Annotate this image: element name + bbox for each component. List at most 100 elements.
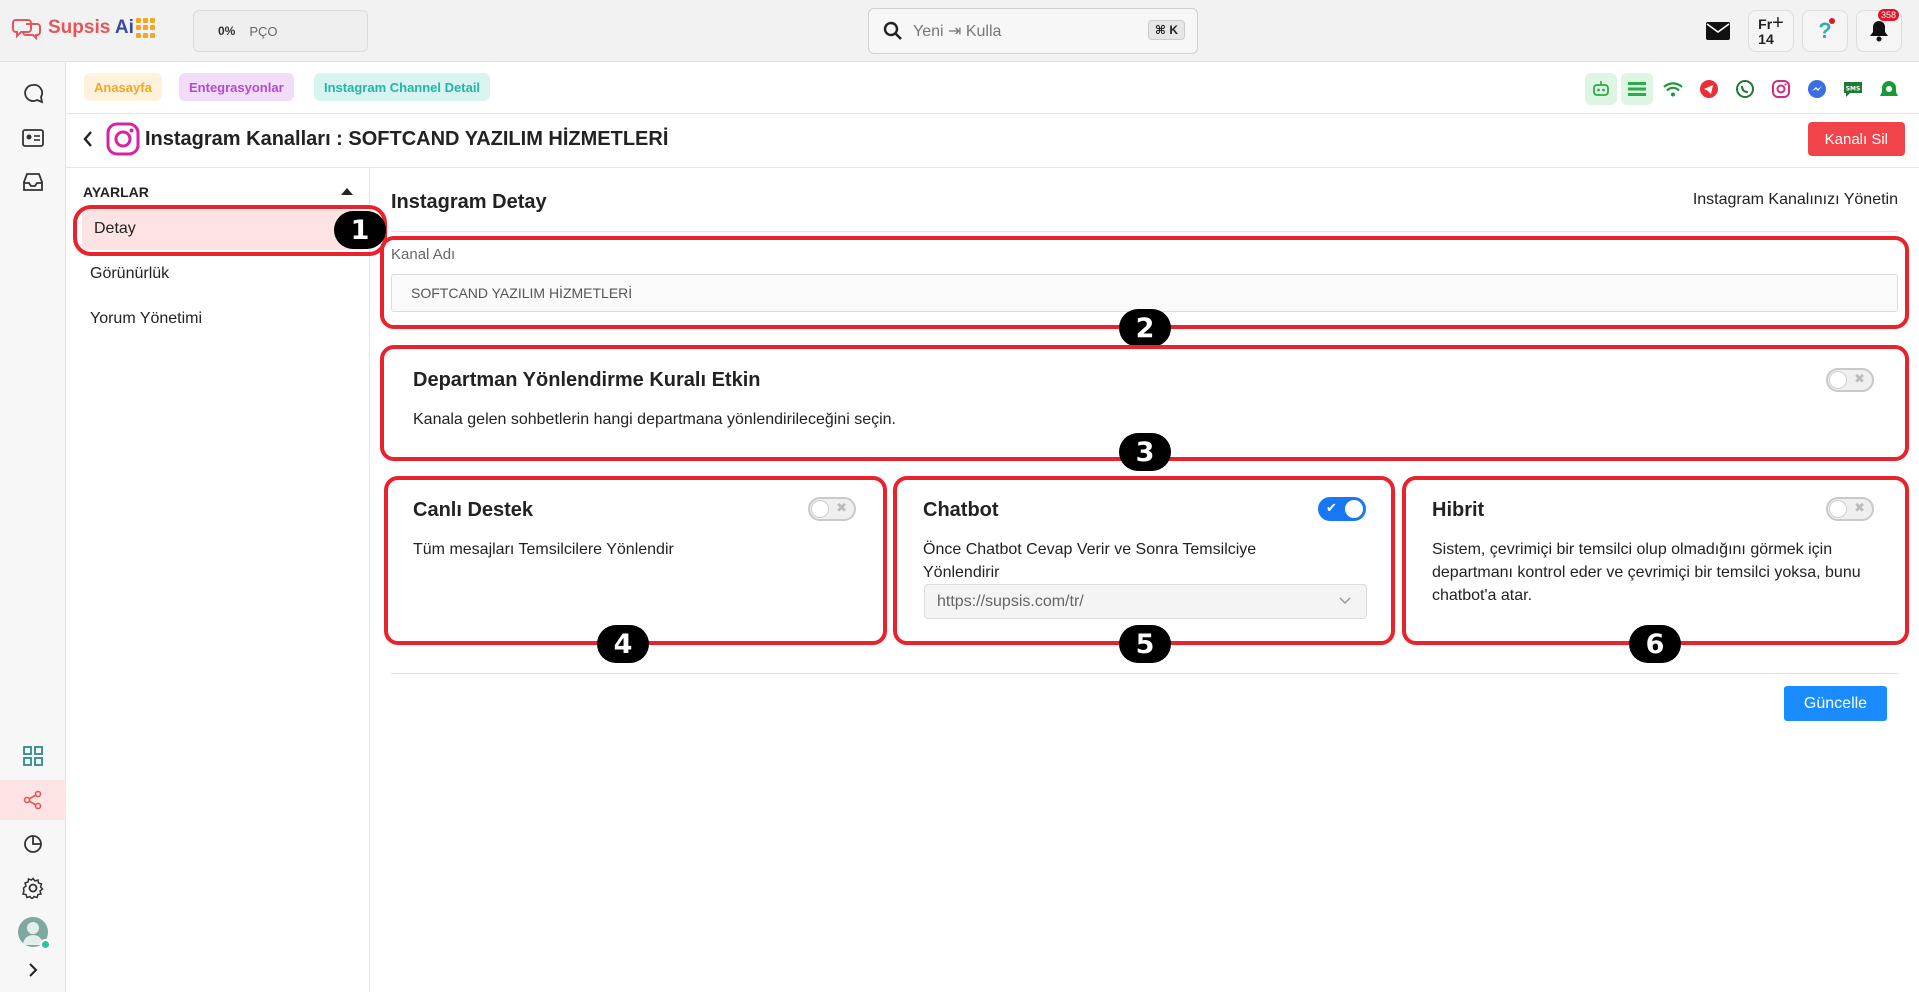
- left-rail: [0, 62, 66, 992]
- annotation-number-4: 4: [597, 625, 649, 663]
- sms-icon[interactable]: SMS: [1837, 73, 1869, 105]
- chat-icon: [24, 84, 44, 104]
- footer-divider: [391, 673, 1898, 674]
- annotation-number-1: 1: [334, 211, 386, 249]
- instagram-icon[interactable]: [1765, 73, 1797, 105]
- settings-heading: AYARLAR: [83, 184, 149, 200]
- hybrid-title: Hibrit: [1432, 499, 1485, 521]
- channel-name-label: Kanal Adı: [391, 246, 456, 263]
- rail-expand[interactable]: [0, 950, 66, 990]
- back-arrow-icon[interactable]: [82, 130, 94, 148]
- chatbot-title: Chatbot: [923, 499, 999, 521]
- search-input[interactable]: [913, 22, 1133, 40]
- section-divider: [391, 231, 1898, 232]
- breadcrumb-instagram-detail[interactable]: Instagram Channel Detail: [314, 73, 491, 101]
- contact-card-icon: [22, 129, 44, 147]
- fr-number: 14: [1758, 30, 1774, 47]
- messenger-icon[interactable]: [1801, 73, 1833, 105]
- annotation-number-6: 6: [1629, 625, 1681, 663]
- annotation-number-5: 5: [1119, 625, 1171, 663]
- fr-button[interactable]: Fr+ 14: [1748, 10, 1794, 52]
- list-icon[interactable]: [1621, 73, 1653, 105]
- rail-contacts[interactable]: [0, 118, 66, 158]
- telegram-icon[interactable]: [1693, 73, 1725, 105]
- rail-inbox[interactable]: [0, 162, 66, 202]
- dashboard-grid-icon: [23, 746, 43, 766]
- progress-code: PÇO: [249, 23, 278, 39]
- rail-dashboard[interactable]: [0, 736, 66, 776]
- collapse-caret-icon[interactable]: [341, 188, 353, 195]
- rail-integrations[interactable]: [0, 780, 66, 820]
- chevron-down-icon: [1339, 597, 1351, 605]
- brand-name-part2: Ai: [110, 17, 134, 38]
- brand-name-part1: Supsis: [48, 17, 111, 38]
- chatbot-select-value: https://supsis.com/tr/: [937, 592, 1084, 610]
- department-rule-toggle[interactable]: ✖: [1826, 368, 1874, 392]
- progress-percent: 0%: [218, 24, 236, 38]
- chatbot-select[interactable]: https://supsis.com/tr/: [924, 584, 1367, 619]
- notifications-button[interactable]: 358: [1856, 9, 1902, 52]
- delete-channel-button[interactable]: Kanalı Sil: [1807, 122, 1905, 156]
- settings-item-visibility[interactable]: Görünürlük: [90, 265, 169, 283]
- title-bar: Instagram Kanalları : SOFTCAND YAZILIM H…: [66, 114, 1919, 168]
- wifi-icon[interactable]: [1657, 73, 1689, 105]
- settings-item-comments[interactable]: Yorum Yönetimi: [90, 310, 202, 328]
- rail-avatar[interactable]: [0, 912, 66, 952]
- live-support-description: Tüm mesajları Temsilcilere Yönlendir: [413, 541, 674, 558]
- global-search[interactable]: ⌘ K: [868, 8, 1198, 54]
- chatbot-toggle[interactable]: ✔: [1318, 497, 1366, 521]
- progress-indicator[interactable]: 0% PÇO: [193, 10, 368, 52]
- chevron-right-icon: [29, 963, 38, 977]
- settings-sidebar: AYARLAR Detay Görünürlük Yorum Yönetimi: [66, 168, 370, 992]
- department-rule-title: Departman Yönlendirme Kuralı Etkin: [413, 369, 761, 391]
- update-button[interactable]: Güncelle: [1784, 686, 1887, 721]
- close-icon: ✖: [1854, 371, 1865, 386]
- chatbot-description: Önce Chatbot Cevap Verir ve Sonra Temsil…: [923, 541, 1257, 581]
- help-button[interactable]: ?: [1802, 10, 1848, 52]
- rail-reports[interactable]: [0, 824, 66, 864]
- mail-button[interactable]: [1702, 10, 1734, 52]
- check-icon: ✔: [1326, 500, 1337, 515]
- breadcrumb-home[interactable]: Anasayfa: [84, 73, 162, 101]
- section-title: Instagram Detay: [391, 191, 547, 213]
- live-support-title: Canlı Destek: [413, 499, 534, 521]
- whatsapp-icon[interactable]: [1729, 73, 1761, 105]
- logo-icon: [12, 19, 41, 40]
- avatar: [18, 917, 51, 950]
- search-shortcut: ⌘ K: [1147, 20, 1185, 40]
- channel-name-input[interactable]: [391, 274, 1898, 312]
- bell-icon: [1870, 21, 1888, 42]
- close-icon: ✖: [836, 500, 847, 515]
- gear-icon: [22, 877, 44, 899]
- inbox-icon: [23, 173, 43, 191]
- fr-label: Fr+ 14: [1758, 13, 1784, 47]
- search-icon: [883, 21, 902, 40]
- hybrid-description: Sistem, çevrimiçi bir temsilci olup olma…: [1432, 541, 1861, 604]
- rail-settings[interactable]: [0, 868, 66, 908]
- notification-badge: 358: [1877, 9, 1899, 21]
- section-subtitle: Instagram Kanalınızı Yönetin: [1692, 191, 1898, 208]
- rail-chat[interactable]: [0, 74, 66, 114]
- page-title: Instagram Kanalları : SOFTCAND YAZILIM H…: [145, 128, 669, 150]
- bot-icon[interactable]: [1585, 73, 1617, 105]
- online-status-dot: [40, 939, 51, 950]
- breadcrumb-integrations[interactable]: Entegrasyonlar: [179, 73, 294, 101]
- pie-chart-icon: [24, 835, 42, 853]
- annotation-number-3: 3: [1119, 433, 1171, 471]
- share-icon: [23, 790, 42, 810]
- department-rule-description: Kanala gelen sohbetlerin hangi departman…: [413, 411, 896, 428]
- annotation-number-2: 2: [1119, 309, 1171, 347]
- close-icon: ✖: [1854, 500, 1865, 515]
- svg-text:SMS: SMS: [1846, 86, 1861, 93]
- top-bar: Supsis Ai 0% PÇO ⌘ K Fr+14 ? 358: [0, 0, 1919, 62]
- mail-icon: [1706, 22, 1730, 40]
- settings-item-detail[interactable]: Detay: [94, 220, 136, 238]
- brand-logo[interactable]: Supsis Ai: [12, 16, 134, 40]
- fr-text: Fr: [1758, 15, 1773, 32]
- apps-grid-icon[interactable]: [136, 18, 156, 38]
- hybrid-toggle[interactable]: ✖: [1826, 497, 1874, 521]
- instagram-logo-icon: [106, 122, 140, 156]
- breadcrumb-bar: Anasayfa Entegrasyonlar Instagram Channe…: [66, 62, 1919, 114]
- live-support-toggle[interactable]: ✖: [808, 497, 856, 521]
- webchat-icon[interactable]: [1873, 73, 1905, 105]
